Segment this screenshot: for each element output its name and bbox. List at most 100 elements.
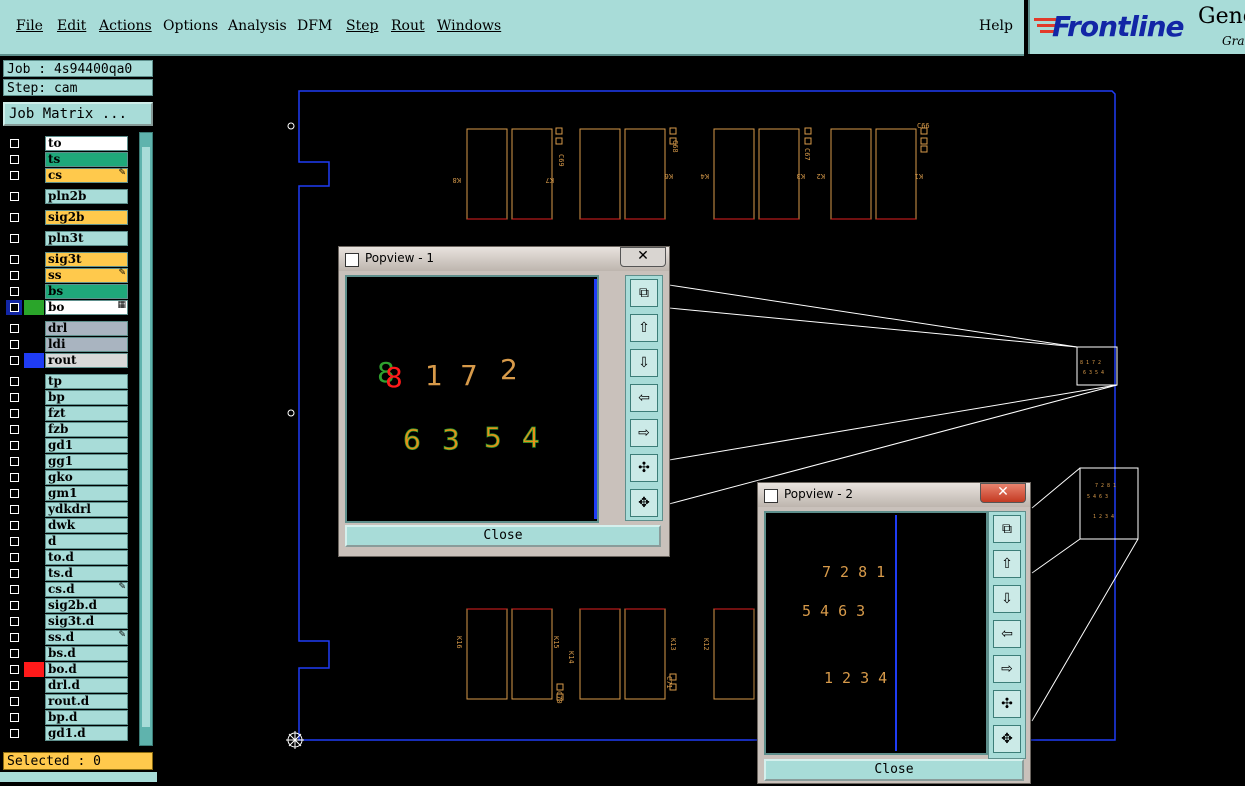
layer-name[interactable]: sig2b.d (45, 598, 128, 613)
layer-color-swatch[interactable] (24, 646, 44, 661)
layer-name[interactable]: dwk (45, 518, 128, 533)
layer-row-ts-d[interactable]: ts.d (6, 566, 128, 581)
layer-checkbox[interactable] (6, 168, 22, 183)
layer-checkbox[interactable] (6, 566, 22, 581)
layer-row-d[interactable]: d (6, 534, 128, 549)
layer-name[interactable]: bo.d (45, 662, 128, 677)
layer-color-swatch[interactable] (24, 390, 44, 405)
layer-color-swatch[interactable] (24, 662, 44, 677)
layer-row-gg1[interactable]: gg1 (6, 454, 128, 469)
layer-color-swatch[interactable] (24, 630, 44, 645)
layer-name[interactable]: ts (45, 152, 128, 167)
layer-checkbox[interactable] (6, 614, 22, 629)
layer-checkbox[interactable] (6, 582, 22, 597)
layer-name[interactable]: sig3t.d (45, 614, 128, 629)
layer-color-swatch[interactable] (24, 168, 44, 183)
layer-color-swatch[interactable] (24, 268, 44, 283)
layer-color-swatch[interactable] (24, 353, 44, 368)
layer-checkbox[interactable] (6, 710, 22, 725)
layer-row-fzb[interactable]: fzb (6, 422, 128, 437)
layer-name[interactable]: to (45, 136, 128, 151)
menu-rout[interactable]: Rout (391, 18, 425, 34)
layer-name[interactable]: gko (45, 470, 128, 485)
job-matrix-button[interactable]: Job Matrix ... (3, 102, 153, 126)
menu-help[interactable]: Help (979, 18, 1013, 34)
layer-row-dwk[interactable]: dwk (6, 518, 128, 533)
layer-row-tp[interactable]: tp (6, 374, 128, 389)
pan-down-icon[interactable]: ⇩ (993, 585, 1021, 613)
layer-color-swatch[interactable] (24, 284, 44, 299)
layer-checkbox[interactable] (6, 646, 22, 661)
pan-left-icon[interactable]: ⇦ (630, 384, 658, 412)
layer-row-bs[interactable]: bs (6, 284, 128, 299)
layer-checkbox[interactable] (6, 300, 22, 315)
layer-color-swatch[interactable] (24, 726, 44, 741)
layer-color-swatch[interactable] (24, 422, 44, 437)
layer-checkbox[interactable] (6, 390, 22, 405)
layer-color-swatch[interactable] (24, 337, 44, 352)
layer-checkbox[interactable] (6, 726, 22, 741)
layer-name[interactable]: bp (45, 390, 128, 405)
layer-row-rout-d[interactable]: rout.d (6, 694, 128, 709)
menu-options[interactable]: Options (163, 18, 218, 34)
layer-name[interactable]: bp.d (45, 710, 128, 725)
layer-row-bp-d[interactable]: bp.d (6, 710, 128, 725)
fit-icon[interactable]: ⧉ (630, 279, 658, 307)
popview-1-view[interactable]: 8 8 1 7 2 6 3 5 4 (345, 275, 599, 523)
layer-color-swatch[interactable] (24, 300, 44, 315)
menu-actions[interactable]: Actions (99, 18, 152, 34)
layer-row-rout[interactable]: rout (6, 353, 128, 368)
layer-name[interactable]: bs (45, 284, 128, 299)
layer-name[interactable]: sig3t (45, 252, 128, 267)
layer-checkbox[interactable] (6, 502, 22, 517)
layer-color-swatch[interactable] (24, 518, 44, 533)
layer-checkbox[interactable] (6, 422, 22, 437)
popview-2-close-x[interactable]: ✕ (980, 483, 1026, 503)
layer-color-swatch[interactable] (24, 566, 44, 581)
layer-name[interactable]: d (45, 534, 128, 549)
layer-checkbox[interactable] (6, 252, 22, 267)
layer-name[interactable]: rout.d (45, 694, 128, 709)
layer-color-swatch[interactable] (24, 321, 44, 336)
layer-row-sig2b[interactable]: sig2b (6, 210, 128, 225)
layer-checkbox[interactable] (6, 406, 22, 421)
zoom-in-icon[interactable]: ✣ (630, 454, 658, 482)
layer-color-swatch[interactable] (24, 534, 44, 549)
layer-color-swatch[interactable] (24, 502, 44, 517)
layer-checkbox[interactable] (6, 210, 22, 225)
layer-checkbox[interactable] (6, 231, 22, 246)
layer-name[interactable]: gg1 (45, 454, 128, 469)
layer-row-gd1-d[interactable]: gd1.d (6, 726, 128, 741)
layer-checkbox[interactable] (6, 694, 22, 709)
layer-checkbox[interactable] (6, 454, 22, 469)
layer-checkbox[interactable] (6, 598, 22, 613)
layer-checkbox[interactable] (6, 353, 22, 368)
pan-down-icon[interactable]: ⇩ (630, 349, 658, 377)
zoom-in-icon[interactable]: ✣ (993, 690, 1021, 718)
menu-analysis[interactable]: Analysis (228, 18, 287, 34)
pan-right-icon[interactable]: ⇨ (993, 655, 1021, 683)
layer-color-swatch[interactable] (24, 252, 44, 267)
layer-name[interactable]: gd1 (45, 438, 128, 453)
layer-row-ldi[interactable]: ldi (6, 337, 128, 352)
layer-color-swatch[interactable] (24, 486, 44, 501)
layer-row-gd1[interactable]: gd1 (6, 438, 128, 453)
layer-row-drl[interactable]: drl (6, 321, 128, 336)
layer-row-pln3t[interactable]: pln3t (6, 231, 128, 246)
layer-row-bo-d[interactable]: bo.d (6, 662, 128, 677)
layer-checkbox[interactable] (6, 284, 22, 299)
popview-2-close-button[interactable]: Close (764, 759, 1024, 781)
layer-checkbox[interactable] (6, 136, 22, 151)
layer-row-sig3t[interactable]: sig3t (6, 252, 128, 267)
layer-checkbox[interactable] (6, 337, 22, 352)
layer-name[interactable]: bo (45, 300, 128, 315)
layer-checkbox[interactable] (6, 189, 22, 204)
layer-color-swatch[interactable] (24, 152, 44, 167)
layer-checkbox[interactable] (6, 534, 22, 549)
layer-name[interactable]: gm1 (45, 486, 128, 501)
popview-1-close-button[interactable]: Close (345, 525, 661, 547)
layer-color-swatch[interactable] (24, 231, 44, 246)
graphic-canvas[interactable]: K8 K7 C69 K6 C68 K4 K3 C67 K2 K1 C66 K16… (157, 56, 1245, 782)
layer-name[interactable]: ts.d (45, 566, 128, 581)
layer-name[interactable]: ss (45, 268, 128, 283)
